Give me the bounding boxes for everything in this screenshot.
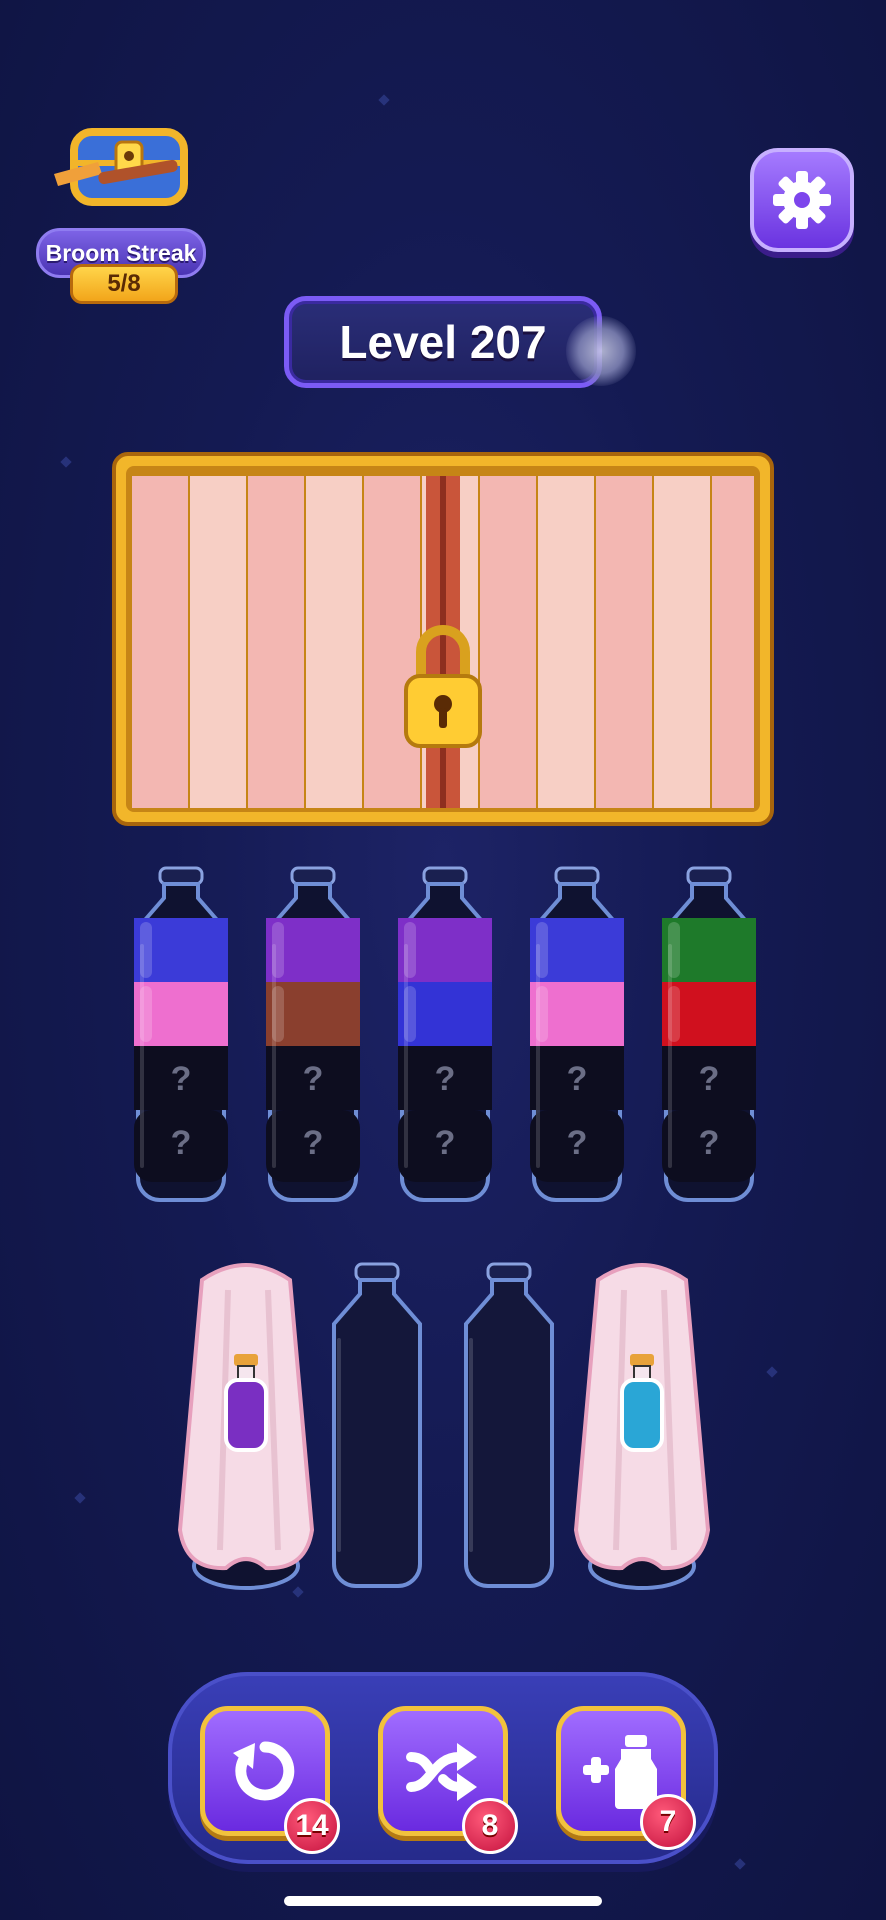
undo-count-badge: 14	[284, 1798, 340, 1854]
hidden-marker: ?	[567, 1060, 588, 1098]
empty-tube[interactable]	[452, 1250, 566, 1602]
hidden-marker: ?	[303, 1124, 324, 1162]
broom-streak-widget[interactable]: Broom Streak 5/8	[14, 118, 206, 304]
broom-streak-progress: 5/8	[70, 264, 178, 304]
background-star	[766, 1366, 778, 1378]
tube[interactable]: ??	[520, 866, 634, 1202]
tube[interactable]: ??	[388, 866, 502, 1202]
background-star	[74, 1492, 86, 1504]
hidden-marker: ?	[567, 1124, 588, 1162]
background-star	[734, 1858, 746, 1870]
shuffle-count-badge: 8	[462, 1798, 518, 1854]
hidden-marker: ?	[435, 1124, 456, 1162]
covered-tube[interactable]	[572, 1250, 712, 1602]
tube[interactable]: ??	[124, 866, 238, 1202]
tube[interactable]: ??	[256, 866, 370, 1202]
background-star	[60, 456, 72, 468]
hidden-marker: ?	[699, 1060, 720, 1098]
home-indicator[interactable]	[284, 1896, 602, 1906]
settings-button[interactable]	[750, 148, 854, 252]
treasure-chest-icon	[54, 128, 188, 206]
level-indicator: Level 207	[284, 296, 602, 388]
empty-tube[interactable]	[320, 1250, 434, 1602]
covered-tube[interactable]	[176, 1250, 316, 1602]
hidden-marker: ?	[435, 1060, 456, 1098]
hidden-marker: ?	[171, 1060, 192, 1098]
hidden-marker: ?	[303, 1060, 324, 1098]
touch-indicator	[566, 316, 636, 386]
hidden-marker: ?	[171, 1124, 192, 1162]
tube[interactable]: ??	[652, 866, 766, 1202]
background-star	[378, 94, 390, 106]
undo-icon	[233, 1741, 295, 1801]
locked-crate[interactable]	[112, 452, 774, 826]
add-tube-count-badge: 7	[640, 1794, 696, 1850]
level-label: Level 207	[339, 316, 547, 368]
hidden-marker: ?	[699, 1124, 720, 1162]
gear-icon	[773, 171, 831, 229]
shuffle-icon	[406, 1743, 477, 1801]
